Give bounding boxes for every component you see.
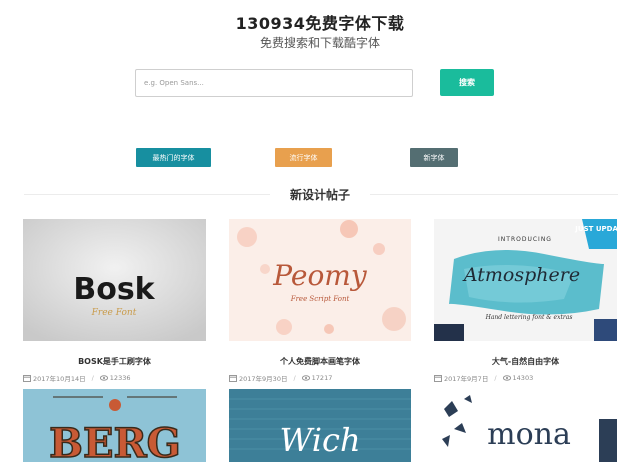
mona-preview-image: mona <box>434 389 617 462</box>
section-title: 新设计帖子 <box>270 186 370 203</box>
mona-thumb-title: mona <box>487 417 571 452</box>
filter-hottest-button[interactable]: 最热门的字体 <box>136 148 211 167</box>
page: 130934免费字体下载 免费搜索和下载酷字体 搜索 最热门的字体 流行字体 新… <box>0 0 640 462</box>
post-meta-atmosphere: 2017年9月7日 / 14303 <box>434 373 533 383</box>
post-thumbnail-bosk[interactable]: Bosk Free Font <box>23 219 206 341</box>
filter-new-button[interactable]: 新字体 <box>410 148 458 167</box>
bosk-preview-image: Bosk Free Font <box>23 219 206 341</box>
site-subtitle: 免费搜索和下载酷字体 <box>259 36 380 50</box>
bosk-thumb-title: Bosk <box>73 272 155 307</box>
eye-icon <box>502 375 511 381</box>
atmosphere-preview-image: JUST UPDATED INTRODUCING Atmosphere Hand… <box>434 219 617 341</box>
post-views: 12336 <box>109 374 131 382</box>
post-thumbnail-berg[interactable]: BERG <box>23 389 206 462</box>
berg-thumb-title: BERG <box>49 420 181 462</box>
atmosphere-thumb-sub: Hand lettering font & extras <box>485 314 573 321</box>
post-thumbnail-wich[interactable]: Wich <box>229 389 411 462</box>
site-title: 130934免费字体下载 <box>235 14 405 33</box>
post-date: 2017年10月14日 <box>33 375 86 383</box>
post-views: 14303 <box>512 374 534 382</box>
post-date: 2017年9月7日 <box>444 375 489 383</box>
meta-separator: / <box>494 374 497 382</box>
post-meta-bosk: 2017年10月14日 / 12336 <box>23 373 130 383</box>
filter-popular-button[interactable]: 流行字体 <box>275 148 332 167</box>
peomy-thumb-sub: Free Script Font <box>290 295 350 303</box>
post-date: 2017年9月30日 <box>239 375 288 383</box>
post-thumbnail-mona[interactable]: mona <box>434 389 617 462</box>
post-views: 17217 <box>311 374 333 382</box>
calendar-icon <box>229 375 237 382</box>
atmosphere-thumb-top: INTRODUCING <box>498 236 552 243</box>
peomy-thumb-title: Peomy <box>272 259 368 292</box>
search-button[interactable]: 搜索 <box>440 69 494 96</box>
bosk-thumb-sub: Free Font <box>91 308 137 318</box>
wich-preview-image: Wich <box>229 389 411 462</box>
atmosphere-thumb-title: Atmosphere <box>462 264 580 286</box>
calendar-icon <box>434 375 442 382</box>
meta-separator: / <box>293 374 296 382</box>
post-title-peomy[interactable]: 个人免费脚本画笔字体 <box>229 356 411 367</box>
post-title-atmosphere[interactable]: 大气-自然自由字体 <box>434 356 617 367</box>
calendar-icon <box>23 375 31 382</box>
post-thumbnail-atmosphere[interactable]: JUST UPDATED INTRODUCING Atmosphere Hand… <box>434 219 617 341</box>
search-input[interactable] <box>135 69 413 97</box>
eye-icon <box>99 375 108 381</box>
peomy-preview-image: Peomy Free Script Font <box>229 219 411 341</box>
post-title-bosk[interactable]: BOSK是手工刷字体 <box>23 356 206 367</box>
wich-thumb-title: Wich <box>279 421 360 459</box>
post-thumbnail-peomy[interactable]: Peomy Free Script Font <box>229 219 411 341</box>
berg-preview-image: BERG <box>23 389 206 462</box>
post-meta-peomy: 2017年9月30日 / 17217 <box>229 373 332 383</box>
eye-icon <box>301 375 310 381</box>
meta-separator: / <box>91 374 94 382</box>
badge-text: JUST UPDATED <box>574 225 617 233</box>
